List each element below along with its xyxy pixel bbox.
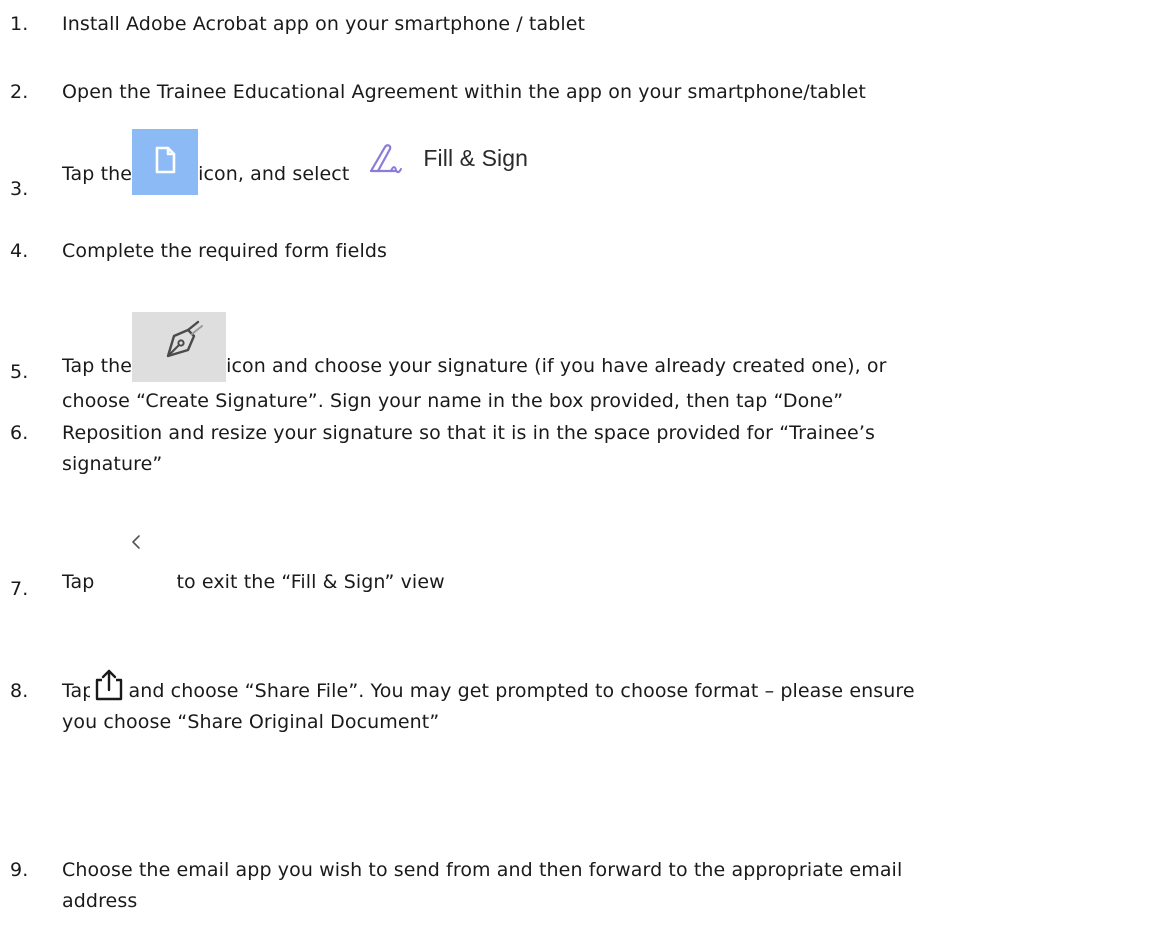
step-text: Tap — [62, 571, 95, 593]
signature-tile — [132, 312, 227, 382]
fill-sign-pen-icon — [370, 144, 403, 174]
step-text: Choose the email app you wish to send fr… — [62, 859, 903, 881]
step-text: Tap the — [62, 355, 133, 377]
document-tile — [132, 129, 199, 195]
step-text: Install Adobe Acrobat app on your smartp… — [62, 13, 586, 35]
step-text: Complete the required form fields — [62, 240, 388, 262]
step-number: 1. — [10, 13, 29, 35]
step-number: 4. — [10, 240, 29, 262]
step-text: Reposition and resize your signature so … — [62, 422, 875, 444]
step-number: 9. — [10, 859, 29, 881]
document-icon — [155, 146, 176, 174]
step-text-line-2: signature” — [62, 453, 163, 475]
share-icon — [96, 669, 123, 701]
step-text: Tap the — [62, 163, 133, 185]
step-text-line: Tap to exit the “Fill & Sign” view — [62, 522, 1135, 600]
pen-nib-icon — [166, 320, 204, 358]
step-text-line-2: you choose “Share Original Document” — [62, 711, 440, 733]
step-number: 7. — [10, 578, 29, 600]
step-number: 6. — [10, 422, 29, 444]
fill-sign-label: Fill & Sign — [423, 145, 529, 171]
step-text-line: Tap the icon and choose your signature (… — [62, 312, 1135, 382]
step-text: and choose “Share File”. You may get pro… — [128, 680, 915, 702]
step-text: icon, and select — [198, 163, 350, 185]
chevron-left-icon — [132, 535, 141, 549]
step-text-line-2: choose “Create Signature”. Sign your nam… — [62, 390, 844, 412]
step-text: to exit the “Fill & Sign” view — [176, 571, 445, 593]
fill-sign-option: Fill & Sign — [365, 139, 559, 183]
step-text: icon and choose your signature (if you h… — [226, 355, 887, 377]
share-tile — [90, 668, 129, 702]
step-number: 5. — [10, 361, 29, 383]
step-number: 3. — [10, 178, 29, 200]
step-text-line: Tap and choose “Share File”. You may get… — [62, 668, 1135, 706]
step-number: 8. — [10, 680, 29, 702]
step-text-line: Tap the icon, and select Fill & Sign — [62, 129, 1135, 195]
step-text: Open the Trainee Educational Agreement w… — [62, 81, 866, 103]
step-number: 2. — [10, 81, 29, 103]
back-tile — [94, 522, 177, 600]
step-text-line-2: address — [62, 890, 138, 912]
